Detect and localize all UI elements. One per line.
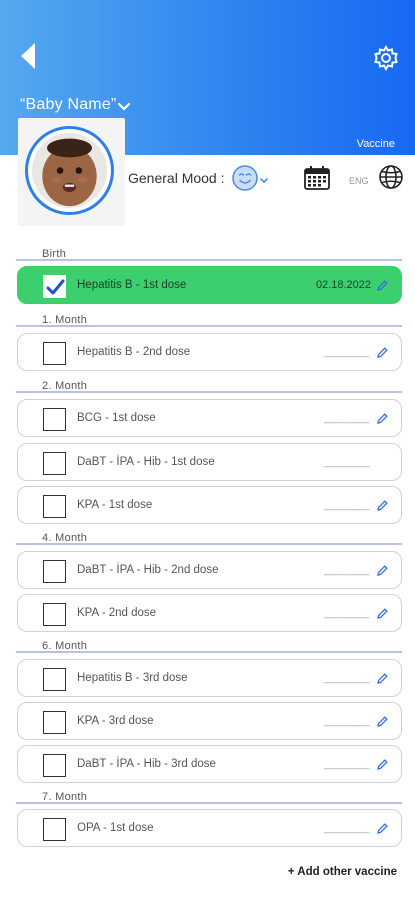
calendar-button[interactable] xyxy=(303,165,331,191)
vaccine-name: BCG - 1st dose xyxy=(77,412,156,424)
vaccine-date: ________ xyxy=(324,346,369,358)
vaccine-row-hepatitis-b-2[interactable]: Hepatitis B - 2nd dose ________ xyxy=(17,333,402,371)
vaccine-row-kpa-2[interactable]: KPA - 2nd dose ________ xyxy=(17,594,402,632)
smiling-face-icon xyxy=(232,165,268,191)
section-divider xyxy=(16,259,402,261)
vaccine-name: KPA - 2nd dose xyxy=(77,607,157,619)
vaccine-name: KPA - 3rd dose xyxy=(77,715,154,727)
pencil-icon[interactable] xyxy=(376,758,389,771)
pencil-icon[interactable] xyxy=(376,715,389,728)
language-code[interactable]: ENG xyxy=(349,176,369,186)
vaccine-checkbox[interactable] xyxy=(43,452,66,475)
avatar-card[interactable] xyxy=(18,118,125,226)
section-divider xyxy=(16,391,402,393)
pencil-icon[interactable] xyxy=(376,822,389,835)
vaccine-row-opa-1[interactable]: OPA - 1st dose ________ xyxy=(17,809,402,847)
section-divider xyxy=(16,802,402,804)
pencil-icon[interactable] xyxy=(376,412,389,425)
gear-icon xyxy=(374,44,398,72)
vaccine-date: ________ xyxy=(324,607,369,619)
mood-selector[interactable] xyxy=(232,164,270,192)
vaccine-date: 02.18.2022 xyxy=(315,279,371,291)
chevron-down-icon xyxy=(118,102,131,111)
calendar-icon xyxy=(304,166,330,190)
pencil-icon[interactable] xyxy=(376,607,389,620)
section-divider xyxy=(16,325,402,327)
vaccine-date: ________ xyxy=(324,822,369,834)
vaccine-checkbox[interactable] xyxy=(43,754,66,777)
vaccine-checkbox[interactable] xyxy=(43,342,66,365)
vaccine-row-hepatitis-b-3[interactable]: Hepatitis B - 3rd dose ________ xyxy=(17,659,402,697)
vaccine-name: KPA - 1st dose xyxy=(77,499,153,511)
vaccine-name: Hepatitis B - 2nd dose xyxy=(77,346,191,358)
vaccine-row-dabt-2[interactable]: DaBT - İPA - Hib - 2nd dose ________ xyxy=(17,551,402,589)
vaccine-date: ________ xyxy=(324,499,369,511)
avatar-frame xyxy=(25,126,114,215)
vaccine-date: ________ xyxy=(324,672,369,684)
vaccine-date: ________ xyxy=(324,758,369,770)
pencil-icon[interactable] xyxy=(376,279,389,292)
vaccine-name: DaBT - İPA - Hib - 1st dose xyxy=(77,456,215,468)
vaccine-checkbox[interactable] xyxy=(43,495,66,518)
vaccine-name: OPA - 1st dose xyxy=(77,822,154,834)
vaccine-row-kpa-3[interactable]: KPA - 3rd dose ________ xyxy=(17,702,402,740)
baby-name-text: “Baby Name” xyxy=(20,96,117,113)
check-icon xyxy=(46,279,65,295)
vaccine-name: Hepatitis B - 3rd dose xyxy=(77,672,188,684)
globe-icon xyxy=(379,165,403,189)
language-button[interactable] xyxy=(378,164,404,190)
vaccine-checkbox[interactable] xyxy=(43,668,66,691)
add-other-vaccine-button[interactable]: + Add other vaccine xyxy=(288,866,397,878)
vaccine-name: DaBT - İPA - Hib - 3rd dose xyxy=(77,758,216,770)
vaccine-checkbox[interactable] xyxy=(43,603,66,626)
vaccine-name: DaBT - İPA - Hib - 2nd dose xyxy=(77,564,219,576)
page-title: Vaccine xyxy=(356,138,395,150)
baby-name-selector[interactable]: “Baby Name” xyxy=(20,96,131,114)
back-button[interactable] xyxy=(16,40,40,72)
pencil-icon[interactable] xyxy=(376,346,389,359)
vaccine-date: ________ xyxy=(324,564,369,576)
pencil-icon[interactable] xyxy=(376,499,389,512)
vaccine-name: Hepatitis B - 1st dose xyxy=(77,279,187,291)
pencil-icon[interactable] xyxy=(376,564,389,577)
vaccine-checkbox[interactable] xyxy=(43,818,66,841)
vaccine-row-kpa-1[interactable]: KPA - 1st dose ________ xyxy=(17,486,402,524)
avatar xyxy=(32,133,107,208)
vaccine-checkbox[interactable] xyxy=(43,711,66,734)
vaccine-date: ________ xyxy=(324,412,369,424)
back-arrow-icon xyxy=(21,43,35,69)
general-mood-label: General Mood : xyxy=(128,170,225,186)
vaccine-row-hepatitis-b-1[interactable]: Hepatitis B - 1st dose 02.18.2022 xyxy=(17,266,402,304)
vaccine-date: ________ xyxy=(324,715,369,727)
section-divider xyxy=(16,651,402,653)
vaccine-checkbox[interactable] xyxy=(43,275,66,298)
section-divider xyxy=(16,543,402,545)
vaccine-row-dabt-1[interactable]: DaBT - İPA - Hib - 1st dose ________ xyxy=(17,443,402,481)
vaccine-checkbox[interactable] xyxy=(43,560,66,583)
vaccine-checkbox[interactable] xyxy=(43,408,66,431)
vaccine-row-bcg-1[interactable]: BCG - 1st dose ________ xyxy=(17,399,402,437)
settings-button[interactable] xyxy=(372,44,400,72)
vaccine-date: ________ xyxy=(324,456,369,468)
pencil-icon[interactable] xyxy=(376,672,389,685)
baby-photo xyxy=(32,133,107,208)
vaccine-row-dabt-3[interactable]: DaBT - İPA - Hib - 3rd dose ________ xyxy=(17,745,402,783)
